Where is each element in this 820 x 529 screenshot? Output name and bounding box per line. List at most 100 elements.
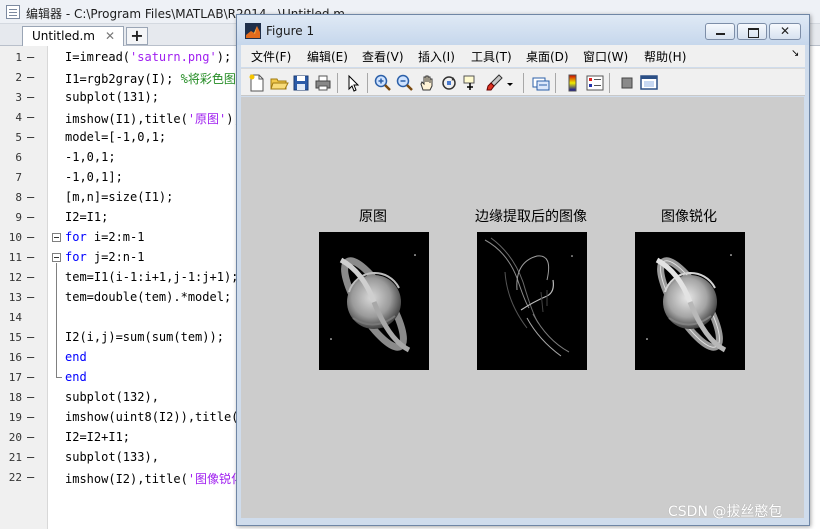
line-number: 15 [8, 331, 22, 344]
code-text: -1,0,1]; [65, 170, 123, 184]
open-file-icon[interactable] [269, 73, 289, 93]
subplot-2-title: 边缘提取后的图像 [475, 209, 587, 225]
rotate-3d-icon[interactable] [439, 73, 459, 93]
code-text: end [65, 370, 87, 384]
breakpoint-marker[interactable]: – [27, 210, 34, 224]
menu-view[interactable]: 查看(V) [362, 48, 404, 65]
breakpoint-marker[interactable]: – [27, 250, 34, 264]
breakpoint-marker[interactable]: – [27, 110, 34, 124]
menu-insert[interactable]: 插入(I) [418, 48, 455, 65]
brush-icon[interactable] [485, 73, 505, 93]
fold-toggle-icon[interactable] [52, 253, 61, 262]
breakpoint-marker[interactable]: – [27, 450, 34, 464]
line-number: 17 [8, 371, 22, 384]
line-number: 6 [15, 151, 22, 164]
tab-untitled[interactable]: Untitled.m ✕ [22, 26, 124, 46]
menu-tools[interactable]: 工具(T) [471, 48, 512, 65]
line-number: 14 [8, 311, 22, 324]
breakpoint-marker[interactable]: – [27, 330, 34, 344]
line-number: 3 [15, 91, 22, 104]
code-text: tem=I1(i-1:i+1,j-1:j+1); [65, 270, 239, 284]
breakpoint-marker[interactable]: – [27, 70, 34, 84]
breakpoint-marker[interactable]: – [27, 290, 34, 304]
menu-window[interactable]: 窗口(W) [583, 48, 628, 65]
show-plot-tools-icon[interactable] [639, 73, 659, 93]
code-text: model=[-1,0,1; [65, 130, 167, 144]
print-icon[interactable] [313, 73, 333, 93]
breakpoint-marker[interactable]: – [27, 370, 34, 384]
menu-file[interactable]: 文件(F) [251, 48, 291, 65]
figure-title: Figure 1 [266, 24, 315, 38]
code-text: I2=I1; [65, 210, 109, 224]
insert-legend-icon[interactable] [585, 73, 605, 93]
menu-overflow-icon[interactable]: ↘ [791, 48, 799, 59]
line-number: 7 [15, 171, 22, 184]
code-text: for i=2:m-1 [65, 230, 145, 244]
code-text: I2(i,j)=sum(sum(tem)); [65, 330, 224, 344]
breakpoint-marker[interactable]: – [27, 270, 34, 284]
fold-guide-line [56, 263, 57, 375]
hide-plot-tools-icon[interactable] [617, 73, 637, 93]
line-number: 11 [8, 251, 22, 264]
breakpoint-marker[interactable]: – [27, 130, 34, 144]
line-number: 21 [8, 451, 22, 464]
line-number: 16 [8, 351, 22, 364]
breakpoint-marker[interactable]: – [27, 190, 34, 204]
insert-colorbar-icon[interactable] [563, 73, 583, 93]
figure-toolbar [241, 68, 805, 96]
toolbar-separator [523, 73, 524, 93]
new-figure-icon[interactable] [247, 73, 267, 93]
code-text: subplot(132), [65, 390, 159, 404]
editor-app-icon [6, 5, 20, 19]
figure-canvas[interactable]: 原图 边缘提取后的图像 图像锐化 [241, 97, 804, 518]
close-window-button[interactable] [769, 23, 801, 40]
breakpoint-marker[interactable]: – [27, 230, 34, 244]
figure-window[interactable]: Figure 1 文件(F) 编辑(E) 查看(V) 插入(I) 工具(T) 桌… [236, 14, 810, 526]
menu-help[interactable]: 帮助(H) [644, 48, 686, 65]
link-plot-icon[interactable] [531, 73, 551, 93]
code-text: subplot(133), [65, 450, 159, 464]
zoom-out-icon[interactable] [395, 73, 415, 93]
new-tab-button[interactable]: + [126, 27, 148, 45]
breakpoint-marker[interactable]: – [27, 390, 34, 404]
breakpoint-marker[interactable]: – [27, 350, 34, 364]
pan-hand-icon[interactable] [417, 73, 437, 93]
line-number: 13 [8, 291, 22, 304]
subplot-2-edge-image[interactable] [477, 232, 587, 370]
line-number: 10 [8, 231, 22, 244]
code-text: for j=2:n-1 [65, 250, 145, 264]
save-icon[interactable] [291, 73, 311, 93]
minimize-button[interactable] [705, 23, 735, 40]
zoom-in-icon[interactable] [373, 73, 393, 93]
breakpoint-marker[interactable]: – [27, 430, 34, 444]
line-number: 12 [8, 271, 22, 284]
code-text: imshow(I1),title('原图'); [65, 112, 241, 126]
breakpoint-marker[interactable]: – [27, 410, 34, 424]
line-number: 20 [8, 431, 22, 444]
code-text: imshow(uint8(I2)),title( [65, 410, 239, 424]
menu-desktop[interactable]: 桌面(D) [526, 48, 569, 65]
code-text: -1,0,1; [65, 150, 116, 164]
tab-label: Untitled.m [32, 29, 95, 43]
subplot-3-sharpened-image[interactable] [635, 232, 745, 370]
line-number: 19 [8, 411, 22, 424]
fold-end-marker [56, 368, 62, 378]
code-text: imshow(I2),title('图像锐化 [65, 472, 244, 486]
subplot-1-original-image[interactable] [319, 232, 429, 370]
toolbar-separator [555, 73, 556, 93]
breakpoint-marker[interactable]: – [27, 470, 34, 484]
fold-toggle-icon[interactable] [52, 233, 61, 242]
menu-edit[interactable]: 编辑(E) [307, 48, 348, 65]
brush-dropdown-icon[interactable] [505, 73, 515, 93]
breakpoint-marker[interactable]: – [27, 50, 34, 64]
toolbar-separator [337, 73, 338, 93]
figure-menubar: 文件(F) 编辑(E) 查看(V) 插入(I) 工具(T) 桌面(D) 窗口(W… [241, 45, 805, 67]
line-number: 2 [15, 71, 22, 84]
maximize-button[interactable] [737, 23, 767, 40]
breakpoint-marker[interactable]: – [27, 90, 34, 104]
edit-plot-arrow-icon[interactable] [343, 73, 363, 93]
code-text: [m,n]=size(I1); [65, 190, 174, 204]
close-tab-icon[interactable]: ✕ [105, 29, 115, 43]
figure-titlebar[interactable]: Figure 1 [237, 15, 809, 45]
data-cursor-icon[interactable] [461, 73, 481, 93]
